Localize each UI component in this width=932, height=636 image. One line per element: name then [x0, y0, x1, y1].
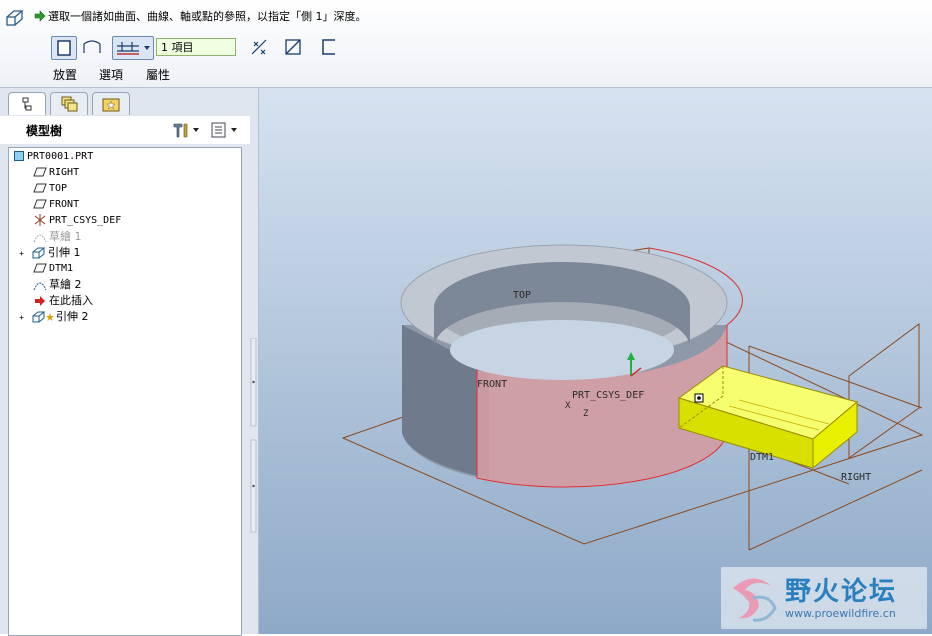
flip-direction-button[interactable]	[248, 36, 270, 58]
watermark-title: 野火论坛	[785, 577, 898, 607]
tree-node-part[interactable]: PRT0001.PRT	[13, 149, 93, 165]
datum-plane-icon	[33, 183, 47, 193]
label-front: FRONT	[477, 379, 507, 390]
sketch-icon	[33, 234, 47, 243]
extrude-dashboard: 選取一個諸如曲面、曲線、軸或點的參照，以指定「側 1」深度。 1 項目 放置 選…	[0, 0, 932, 88]
tab-layers[interactable]	[50, 92, 88, 115]
remove-material-icon	[285, 39, 301, 55]
settings-tools-icon[interactable]	[171, 121, 205, 139]
tree-node-top[interactable]: TOP	[33, 181, 67, 197]
remove-material-button[interactable]	[282, 36, 304, 58]
tree-node-right[interactable]: RIGHT	[33, 165, 79, 181]
solid-icon	[57, 40, 71, 56]
layers-icon	[61, 96, 78, 112]
tree-node-extrude-1[interactable]: + 引伸 1	[17, 245, 80, 261]
label-csys: PRT_CSYS_DEF	[572, 390, 644, 401]
datum-plane-icon	[33, 167, 47, 177]
datum-plane-right-outline	[848, 323, 920, 459]
datum-plane-icon	[33, 199, 47, 209]
tab-favorites[interactable]	[92, 92, 130, 115]
label-axis-z: Z	[583, 409, 589, 419]
tree-node-insert-here[interactable]: 在此插入	[33, 293, 93, 309]
arrow-right-icon	[34, 10, 46, 22]
expand-icon[interactable]: +	[17, 250, 26, 259]
tree-node-front[interactable]: FRONT	[33, 197, 79, 213]
tab-model-tree[interactable]	[8, 92, 46, 115]
tab-properties[interactable]: 屬性	[146, 66, 170, 83]
graphics-window[interactable]: TOP FRONT PRT_CSYS_DEF Z X DTM1 RIGHT 野火…	[259, 88, 932, 634]
csys-icon	[34, 214, 46, 226]
favorites-folder-icon	[102, 98, 120, 112]
sketch-icon	[33, 282, 47, 291]
label-axis-x: X	[565, 401, 571, 411]
model-tree: PRT0001.PRT RIGHT TOP FRONT PRT_CSYS_DEF	[8, 147, 242, 636]
expand-icon[interactable]: +	[17, 314, 26, 323]
show-columns-icon[interactable]	[209, 121, 243, 139]
message-prompt: 選取一個諸如曲面、曲線、軸或點的參照，以指定「側 1」深度。	[34, 8, 367, 24]
panel-splitter[interactable]	[249, 338, 258, 618]
watermark-url: www.proewildfire.cn	[785, 607, 896, 620]
drag-handle-dot	[697, 396, 701, 400]
insert-here-icon	[35, 296, 45, 306]
watermark-logo-icon	[733, 578, 777, 622]
flip-direction-icon	[251, 39, 267, 55]
depth-option-dropdown[interactable]	[112, 36, 154, 60]
depth-to-selected-icon	[117, 42, 150, 55]
datum-plane-icon	[33, 263, 47, 273]
tree-node-dtm1[interactable]: DTM1	[33, 261, 73, 277]
model-tree-icon	[22, 97, 32, 111]
extrude-surface-button[interactable]	[80, 36, 104, 58]
navigator-panel: 模型樹 PRT0001.PRT RIGHT TOP FRONT PRT_CSYS…	[0, 88, 259, 636]
tree-node-sketch-1[interactable]: 草繪 1	[33, 229, 82, 245]
extrude-solid-button[interactable]	[51, 36, 77, 60]
prompt-text: 選取一個諸如曲面、曲線、軸或點的參照，以指定「側 1」深度。	[48, 10, 367, 23]
ring-hole-through	[450, 320, 674, 380]
tree-node-sketch-2[interactable]: 草繪 2	[33, 277, 82, 293]
model-tree-title: 模型樹	[26, 124, 63, 138]
tree-node-extrude-2[interactable]: + 引伸 2	[17, 309, 88, 325]
model-3d-scene[interactable]: TOP FRONT PRT_CSYS_DEF Z X DTM1 RIGHT	[259, 88, 932, 634]
forum-watermark: 野火论坛 www.proewildfire.cn	[721, 567, 927, 629]
tree-node-csys[interactable]: PRT_CSYS_DEF	[33, 213, 121, 229]
label-right: RIGHT	[841, 472, 871, 483]
depth-reference-field[interactable]: 1 項目	[156, 38, 236, 56]
label-dtm1: DTM1	[750, 452, 774, 463]
surface-icon	[83, 40, 101, 53]
active-feature-star-icon	[46, 313, 55, 321]
tab-placement[interactable]: 放置	[53, 66, 77, 83]
thicken-icon	[322, 39, 335, 55]
extrude-icon	[32, 311, 46, 323]
extrude-feature-icon	[6, 10, 24, 26]
model-tree-header: 模型樹	[0, 116, 250, 144]
part-icon	[14, 151, 24, 161]
label-top: TOP	[513, 290, 531, 301]
model-tree-tools	[171, 121, 241, 139]
extrude-icon	[32, 247, 46, 259]
thicken-sketch-button[interactable]	[318, 36, 340, 58]
tab-options[interactable]: 選項	[99, 66, 123, 83]
